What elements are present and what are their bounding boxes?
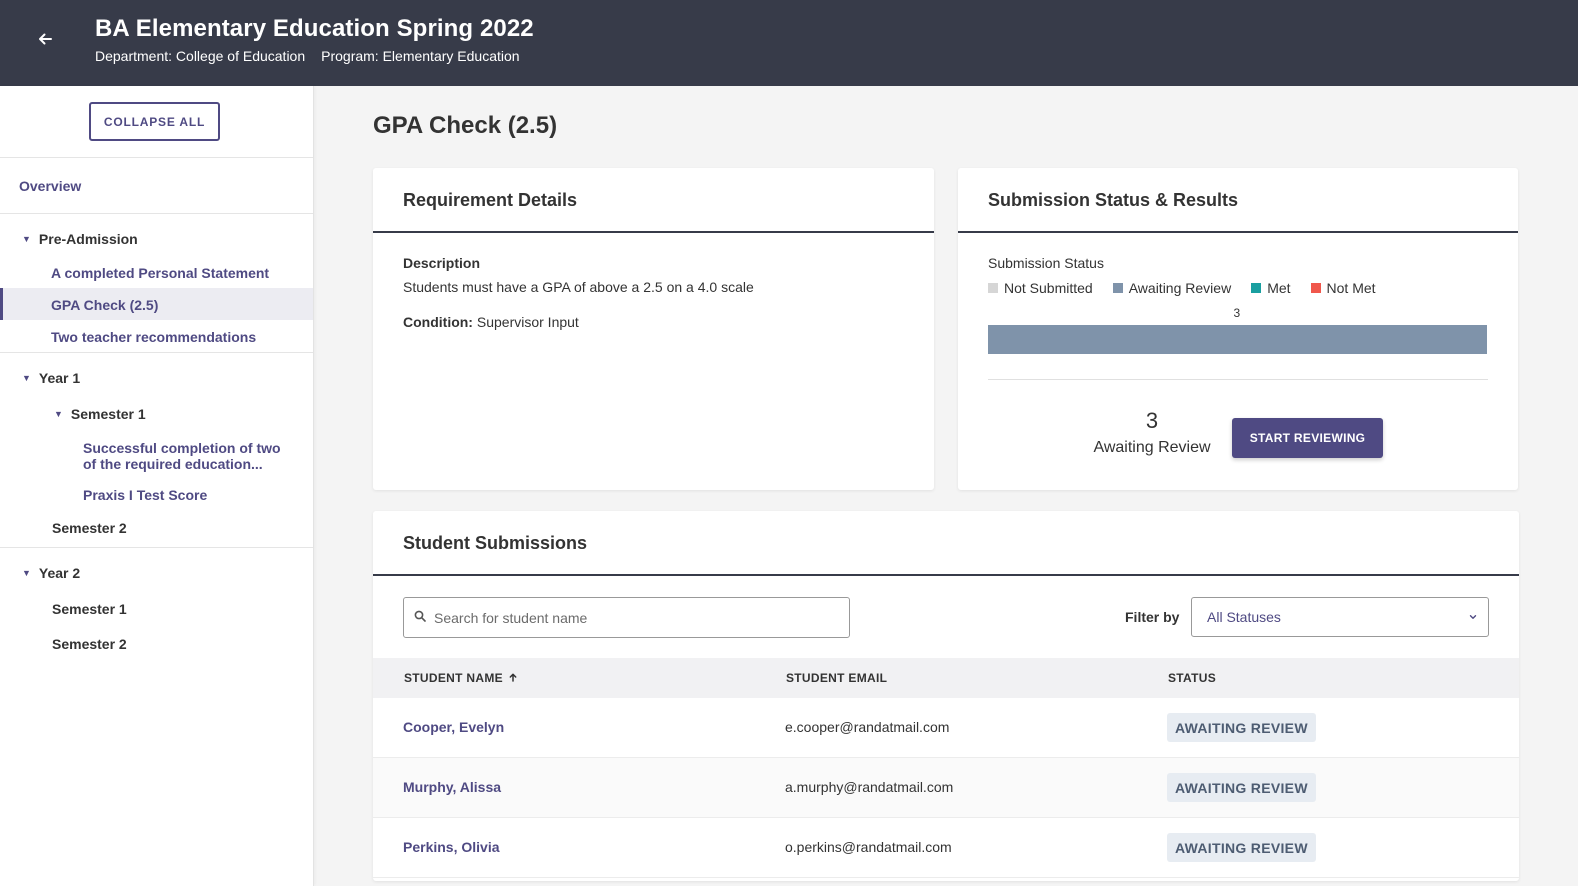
search-icon — [414, 609, 426, 627]
table-row: Murphy, Alissa a.murphy@randatmail.com A… — [373, 758, 1519, 818]
sidebar-group-year-1[interactable]: ▼ Year 1 — [22, 370, 80, 386]
caret-down-icon: ▼ — [22, 568, 31, 578]
sidebar-group-year-2[interactable]: ▼ Year 2 — [22, 565, 80, 581]
card-divider — [958, 231, 1518, 233]
sidebar-item-required-education[interactable]: Successful completion of two of the requ… — [83, 440, 288, 472]
search-input[interactable] — [434, 609, 849, 626]
sort-arrow-up-icon — [509, 671, 517, 685]
submission-status-card: Submission Status & Results Submission S… — [958, 168, 1518, 490]
column-header-label: STUDENT NAME — [404, 671, 503, 685]
card-title: Student Submissions — [403, 533, 588, 553]
legend-swatch — [1112, 283, 1123, 293]
caret-down-icon: ▼ — [22, 373, 31, 383]
divider — [0, 213, 313, 214]
sidebar-item-year-2-semester-2[interactable]: Semester 2 — [52, 636, 127, 652]
sidebar-item-year-2-semester-1[interactable]: Semester 1 — [52, 601, 127, 617]
program-meta: Department: College of Education Program… — [95, 48, 520, 64]
bar-data-label: 3 — [1233, 306, 1241, 320]
sidebar-item-gpa-check[interactable]: GPA Check (2.5) — [51, 297, 158, 313]
page-title: GPA Check (2.5) — [373, 112, 558, 139]
divider — [0, 157, 313, 158]
column-header-student-email[interactable]: STUDENT EMAIL — [786, 671, 887, 685]
card-title: Submission Status & Results — [988, 190, 1239, 210]
bar-segment-awaiting-review — [988, 325, 1487, 354]
sidebar-item-teacher-recommendations[interactable]: Two teacher recommendations — [51, 329, 256, 345]
back-button[interactable] — [30, 26, 60, 56]
student-email: o.perkins@randatmail.com — [785, 839, 952, 855]
sidebar-group-label: Semester 1 — [70, 406, 146, 422]
caret-down-icon: ▼ — [54, 409, 63, 419]
collapse-all-button[interactable]: COLLAPSE ALL — [89, 102, 220, 141]
divider — [0, 352, 313, 353]
table-header: STUDENT NAME STUDENT EMAIL STATUS — [373, 658, 1519, 698]
status-badge: AWAITING REVIEW — [1167, 833, 1316, 862]
legend-label: Not Submitted — [1004, 280, 1093, 296]
legend-label: Met — [1267, 280, 1291, 296]
sidebar-item-year-1-semester-2[interactable]: Semester 2 — [52, 520, 127, 536]
legend-item-not-met: Not Met — [1310, 280, 1376, 296]
condition-label: Condition: — [403, 314, 473, 330]
start-reviewing-button[interactable]: START REVIEWING — [1232, 418, 1383, 458]
submission-status-label: Submission Status — [988, 255, 1104, 271]
table-row: Cooper, Evelyn e.cooper@randatmail.com A… — [373, 698, 1519, 758]
sidebar: COLLAPSE ALL Overview ▼ Pre-Admission A … — [0, 86, 314, 886]
requirement-details-card: Requirement Details Description Students… — [373, 168, 934, 490]
legend-item-not-submitted: Not Submitted — [988, 280, 1093, 296]
student-name-link[interactable]: Perkins, Olivia — [403, 839, 500, 855]
status-bar-chart — [988, 325, 1487, 354]
legend-item-met: Met — [1251, 280, 1291, 296]
program-title: BA Elementary Education Spring 2022 — [95, 15, 534, 42]
filter-label: Filter by — [1125, 609, 1180, 625]
status-badge: AWAITING REVIEW — [1167, 773, 1316, 802]
card-divider — [373, 231, 934, 233]
card-divider — [373, 574, 1519, 576]
awaiting-review-count: 3 — [1145, 408, 1159, 433]
legend-swatch — [1251, 283, 1262, 293]
legend-label: Awaiting Review — [1128, 280, 1232, 296]
department-text: Department: College of Education — [95, 48, 306, 64]
filter-value: All Statuses — [1207, 609, 1281, 625]
app-header: BA Elementary Education Spring 2022 Depa… — [0, 0, 1578, 86]
divider — [0, 547, 313, 548]
student-email: e.cooper@randatmail.com — [785, 719, 950, 735]
legend-label: Not Met — [1326, 280, 1376, 296]
table-row: Perkins, Olivia o.perkins@randatmail.com… — [373, 818, 1519, 878]
sidebar-item-personal-statement[interactable]: A completed Personal Statement — [51, 265, 269, 281]
legend-item-awaiting-review: Awaiting Review — [1112, 280, 1232, 296]
description-label: Description — [403, 255, 481, 271]
sidebar-group-label: Year 1 — [38, 370, 81, 386]
student-name-link[interactable]: Cooper, Evelyn — [403, 719, 504, 735]
student-email: a.murphy@randatmail.com — [785, 779, 954, 795]
awaiting-review-label: Awaiting Review — [1093, 439, 1211, 456]
student-submissions-card: Student Submissions Filter by All Status… — [373, 511, 1519, 881]
program-text: Program: Elementary Education — [321, 48, 520, 64]
legend-swatch — [988, 283, 998, 293]
sidebar-group-pre-admission[interactable]: ▼ Pre-Admission — [22, 231, 138, 247]
sidebar-group-label: Year 2 — [38, 565, 81, 581]
column-header-student-name[interactable]: STUDENT NAME — [404, 671, 517, 685]
card-title: Requirement Details — [403, 190, 578, 210]
status-badge: AWAITING REVIEW — [1167, 713, 1316, 742]
sidebar-item-praxis[interactable]: Praxis I Test Score — [83, 487, 207, 503]
chart-legend: Not Submitted Awaiting Review Met Not Me… — [988, 280, 1376, 296]
sidebar-item-overview[interactable]: Overview — [19, 178, 81, 194]
legend-swatch — [1310, 283, 1321, 293]
student-name-link[interactable]: Murphy, Alissa — [403, 779, 501, 795]
arrow-left-icon — [38, 32, 52, 51]
caret-down-icon: ▼ — [22, 234, 31, 244]
column-header-status[interactable]: STATUS — [1168, 671, 1216, 685]
description-text: Students must have a GPA of above a 2.5 … — [403, 279, 754, 295]
divider — [988, 379, 1488, 380]
student-search — [403, 597, 850, 638]
sidebar-group-year-1-semester-1[interactable]: ▼ Semester 1 — [54, 406, 146, 422]
chevron-down-icon — [1468, 609, 1478, 625]
condition: Condition: Supervisor Input — [403, 314, 579, 330]
condition-value: Supervisor Input — [476, 314, 579, 330]
status-filter-select[interactable]: All Statuses — [1191, 597, 1489, 637]
sidebar-group-label: Pre-Admission — [38, 231, 138, 247]
